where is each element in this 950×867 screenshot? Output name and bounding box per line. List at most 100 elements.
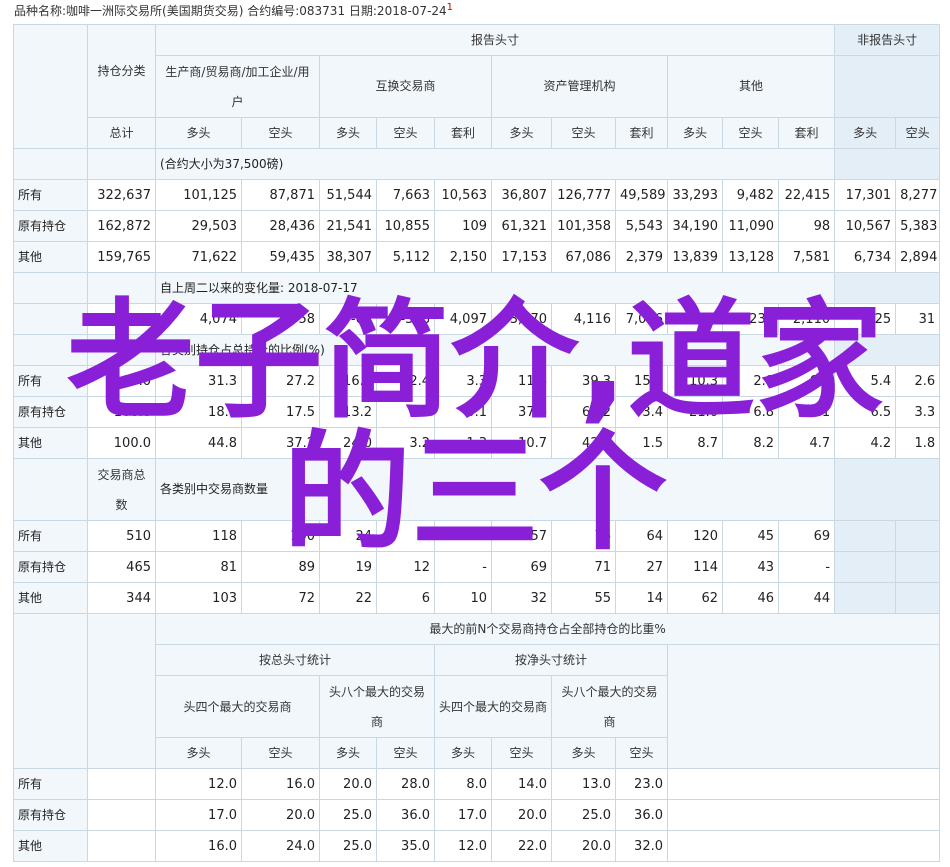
short-header: 空头	[722, 117, 779, 149]
value-cell: 69	[777, 520, 836, 552]
value-cell: 100.0	[87, 427, 156, 459]
value-cell: 76	[551, 520, 616, 552]
position-category-header: 持仓分类	[87, 24, 156, 118]
table-row: 其他 159,765 71,622 59,435 38,307 5,112 2,150 17,…	[13, 241, 941, 273]
table-row: 19,847 4,074 2,558 -60 -308 4,097 3,970 4,116 7,…	[13, 303, 941, 335]
value-cell: 118	[155, 520, 242, 552]
table-row: 原有持仓 17.0 20.0 25.0 36.0 17.0 20.0 25.0 36.0	[13, 799, 941, 831]
value-cell: 49,589	[615, 179, 668, 211]
spread-header: 套利	[615, 117, 668, 149]
value-cell: 5,112	[376, 241, 435, 273]
value-cell: 114	[667, 551, 723, 583]
section-left-blank	[13, 272, 88, 304]
value-cell: 23.0	[615, 768, 668, 800]
value-cell: 16.0	[241, 768, 320, 800]
value-cell: 2,150	[434, 241, 492, 273]
section-left-blank	[87, 272, 156, 304]
value-cell: 24.0	[319, 427, 377, 459]
value-cell: 25.0	[319, 830, 377, 862]
value-cell: 62.2	[551, 396, 616, 428]
value-cell: 13,128	[722, 241, 779, 273]
nonreported-blank	[834, 55, 941, 118]
value-cell: 9,482	[722, 179, 779, 211]
value-cell: 3.2	[376, 427, 435, 459]
row-label	[13, 303, 88, 335]
value-cell: 13.2	[319, 396, 377, 428]
value-cell: 31.3	[155, 365, 242, 397]
value-cell: 42.0	[551, 427, 616, 459]
section-left-blank	[13, 458, 88, 521]
value-cell: 0.1	[777, 396, 836, 428]
spread-header: 套利	[434, 117, 492, 149]
value-cell: 45	[722, 520, 779, 552]
net-header: 按净头寸统计	[434, 644, 668, 676]
value-cell: 8.2	[722, 427, 779, 459]
short-header: 空头	[491, 737, 552, 769]
top8-header: 头八个最大的交易商	[319, 675, 435, 738]
value-cell: 43	[722, 551, 779, 583]
table-row: 其他 16.0 24.0 25.0 35.0 12.0 22.0 20.0 32.0	[13, 830, 941, 862]
long-header: 多头	[834, 117, 897, 149]
value-cell: 89	[241, 551, 320, 583]
long-header: 多头	[551, 737, 616, 769]
value-cell: 18.1	[155, 396, 242, 428]
value-cell: 6.9	[777, 365, 836, 397]
value-cell: 1.3	[434, 427, 492, 459]
value-cell: 16.0	[319, 365, 377, 397]
value-cell: 22,415	[777, 179, 836, 211]
value-cell: 103	[155, 582, 242, 614]
change-since-note: 自上周二以来的变化量: 2018-07-17	[154, 272, 836, 304]
long-header: 多头	[319, 117, 377, 149]
value-cell: 32.0	[615, 830, 668, 862]
value-cell: 27	[615, 551, 668, 583]
value-cell: -60	[319, 303, 377, 335]
value-cell: 11.4	[491, 365, 552, 397]
traders-per-category-note: 各类别中交易商数量	[154, 458, 836, 521]
value-cell: 37.2	[241, 427, 320, 459]
short-header: 空头	[895, 117, 941, 149]
value-cell: 2,379	[615, 241, 668, 273]
row-label: 所有	[13, 768, 88, 800]
row-label: 所有	[13, 365, 88, 397]
value-cell: 109	[434, 210, 492, 242]
table-row: 其他 344 103 72 22 6 10 32 55 14 62 46 44	[13, 582, 941, 614]
value-cell: -1,775	[667, 303, 723, 335]
empty-cell	[666, 830, 941, 862]
value-cell: 20.0	[551, 830, 616, 862]
value-cell: 8.0	[434, 768, 492, 800]
total-header: 总计	[87, 117, 156, 149]
value-cell: 101,125	[155, 179, 242, 211]
group-other: 其他	[666, 55, 836, 118]
row-label: 其他	[13, 830, 88, 862]
value-cell: 7,581	[777, 241, 836, 273]
empty-cell	[834, 582, 897, 614]
short-header: 空头	[376, 737, 435, 769]
value-cell: 81	[155, 551, 242, 583]
value-cell: -	[434, 551, 492, 583]
value-cell: 7,663	[376, 179, 435, 211]
gross-header: 按总头寸统计	[155, 644, 435, 676]
value-cell: 4.7	[777, 427, 836, 459]
value-cell: 71,622	[155, 241, 242, 273]
value-cell: 5,543	[615, 210, 668, 242]
value-cell: 12.0	[155, 768, 242, 800]
value-cell: 16.0	[155, 830, 242, 862]
empty-cell	[87, 799, 156, 831]
report-header: 品种名称:咖啡一洲际交易所(美国期货交易) 合约编号:083731 日期:201…	[14, 2, 453, 19]
empty-cell	[895, 551, 941, 583]
value-cell: 6	[376, 582, 435, 614]
row-label: 其他	[13, 241, 88, 273]
group-producer: 生产商/贸易商/加工企业/用户	[155, 55, 320, 118]
value-cell: 13,839	[667, 241, 723, 273]
table-row: 所有 510 118 100 24 7 17 57 76 64 120 45 69	[13, 520, 941, 552]
row-label: 其他	[13, 427, 88, 459]
value-cell: 36.0	[615, 799, 668, 831]
value-cell: 46	[722, 582, 779, 614]
value-cell: 8,277	[895, 179, 941, 211]
empty-cell	[834, 520, 897, 552]
empty-cell	[834, 551, 897, 583]
value-cell: 25.0	[551, 799, 616, 831]
value-cell: 3.4	[615, 396, 668, 428]
top4-header: 头四个最大的交易商	[434, 675, 552, 738]
row-label: 原有持仓	[13, 551, 88, 583]
